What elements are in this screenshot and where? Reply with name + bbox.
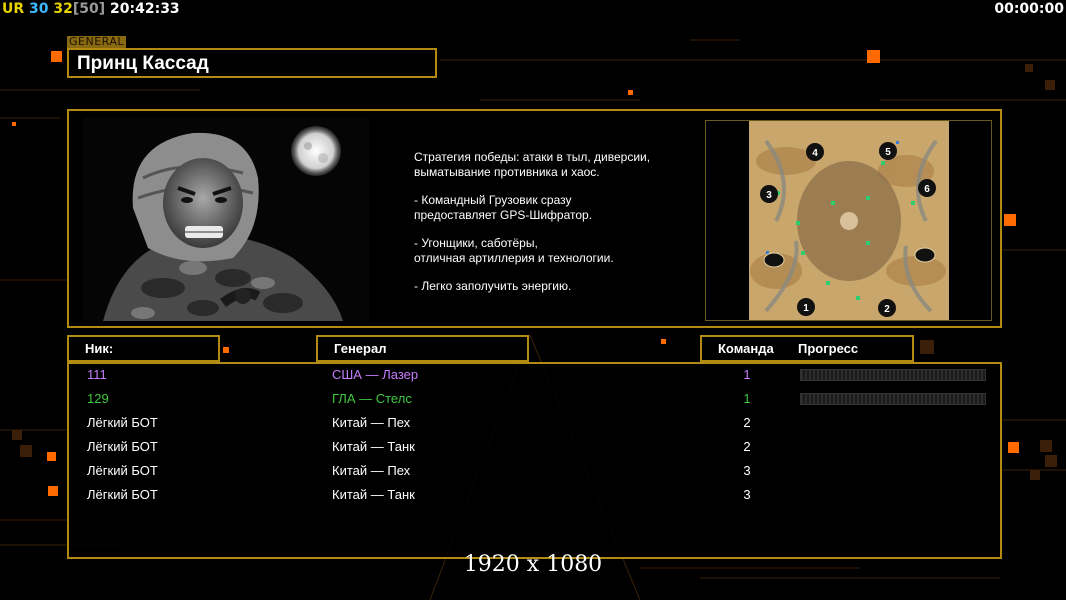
hud-stat-b: 32 (53, 1, 73, 17)
player-row[interactable]: 129 ГЛА — Стелс 1 (69, 389, 1000, 413)
hud-stats: UR 30 32[50] 20:42:33 (2, 1, 180, 17)
start-position-marker[interactable]: 3 (760, 185, 778, 203)
start-position-label: 3 (766, 190, 772, 201)
player-row[interactable]: Лёгкий БОТ Китай — Танк 3 (69, 485, 1000, 509)
player-general[interactable]: Китай — Пех (332, 413, 410, 433)
start-position-label: 2 (884, 304, 890, 315)
player-team[interactable]: 1 (735, 389, 759, 409)
hud-stat-c: [50] (72, 1, 106, 17)
player-nick: Лёгкий БОТ (87, 415, 158, 430)
general-info-panel: Стратегия победы: атаки в тыл, диверсии,… (67, 109, 1002, 328)
strategy-line: Стратегия победы: атаки в тыл, диверсии,… (414, 150, 651, 179)
column-header-general: Генерал (316, 335, 529, 362)
player-team[interactable]: 1 (735, 365, 759, 385)
player-nick: Лёгкий БОТ (87, 439, 158, 454)
player-general[interactable]: ГЛА — Стелс (332, 389, 412, 409)
player-team[interactable]: 3 (735, 485, 759, 505)
start-position-marker[interactable]: 2 (878, 299, 896, 317)
column-header-team-progress: Команда Прогресс (700, 335, 914, 362)
player-general[interactable]: Китай — Танк (332, 437, 415, 457)
start-position-marker[interactable]: 5 (879, 142, 897, 160)
player-nick: 111 (87, 367, 107, 382)
player-row[interactable]: Лёгкий БОТ Китай — Танк 2 (69, 437, 1000, 461)
start-position-marker[interactable]: 1 (797, 298, 815, 316)
hud-clock: 20:42:33 (110, 1, 180, 17)
strategy-line: - Угонщики, саботёры, отличная артиллери… (414, 236, 614, 265)
start-position-label: 1 (803, 303, 809, 314)
player-row[interactable]: Лёгкий БОТ Китай — Пех 2 (69, 413, 1000, 437)
start-position-marker[interactable]: 6 (918, 179, 936, 197)
player-team[interactable]: 3 (735, 461, 759, 481)
player-team[interactable]: 2 (735, 437, 759, 457)
strategy-line: - Легко заполучить энергию. (414, 279, 572, 293)
general-name: Принц Кассад (67, 48, 437, 78)
start-position-marker[interactable]: 4 (806, 143, 824, 161)
general-tag: GENERAL (67, 35, 127, 48)
player-team[interactable]: 2 (735, 413, 759, 433)
players-table: 111 США — Лазер 1 129 ГЛА — Стелс 1 Лёгкий БОТ… (67, 362, 1002, 559)
column-header-progress: Прогресс (798, 341, 859, 356)
hud-ur-label: UR (2, 1, 25, 17)
start-position-label: 6 (924, 184, 930, 195)
player-general[interactable]: США — Лазер (332, 365, 418, 385)
column-header-team: Команда (718, 341, 774, 356)
player-general[interactable]: Китай — Пех (332, 461, 410, 481)
map-preview[interactable]: 1 2 3 4 5 6 (705, 120, 992, 321)
resolution-label: 1920 x 1080 (463, 552, 603, 577)
player-progress-bar (800, 369, 986, 381)
start-position-label: 4 (812, 148, 818, 159)
player-row[interactable]: Лёгкий БОТ Китай — Пех 3 (69, 461, 1000, 485)
player-nick: Лёгкий БОТ (87, 463, 158, 478)
general-portrait (83, 118, 369, 321)
hud-timer: 00:00:00 (994, 1, 1064, 17)
player-progress-bar (800, 393, 986, 405)
moon-icon (291, 126, 341, 176)
player-nick: Лёгкий БОТ (87, 487, 158, 502)
strategy-line: - Командный Грузовик сразу предоставляет… (414, 193, 593, 222)
player-general[interactable]: Китай — Танк (332, 485, 415, 505)
player-nick: 129 (87, 391, 109, 406)
start-position-label: 5 (885, 147, 891, 158)
column-header-nick: Ник: (67, 335, 220, 362)
player-row[interactable]: 111 США — Лазер 1 (69, 365, 1000, 389)
strategy-text: Стратегия победы: атаки в тыл, диверсии,… (414, 150, 694, 307)
hud-stat-a: 30 (29, 1, 49, 17)
